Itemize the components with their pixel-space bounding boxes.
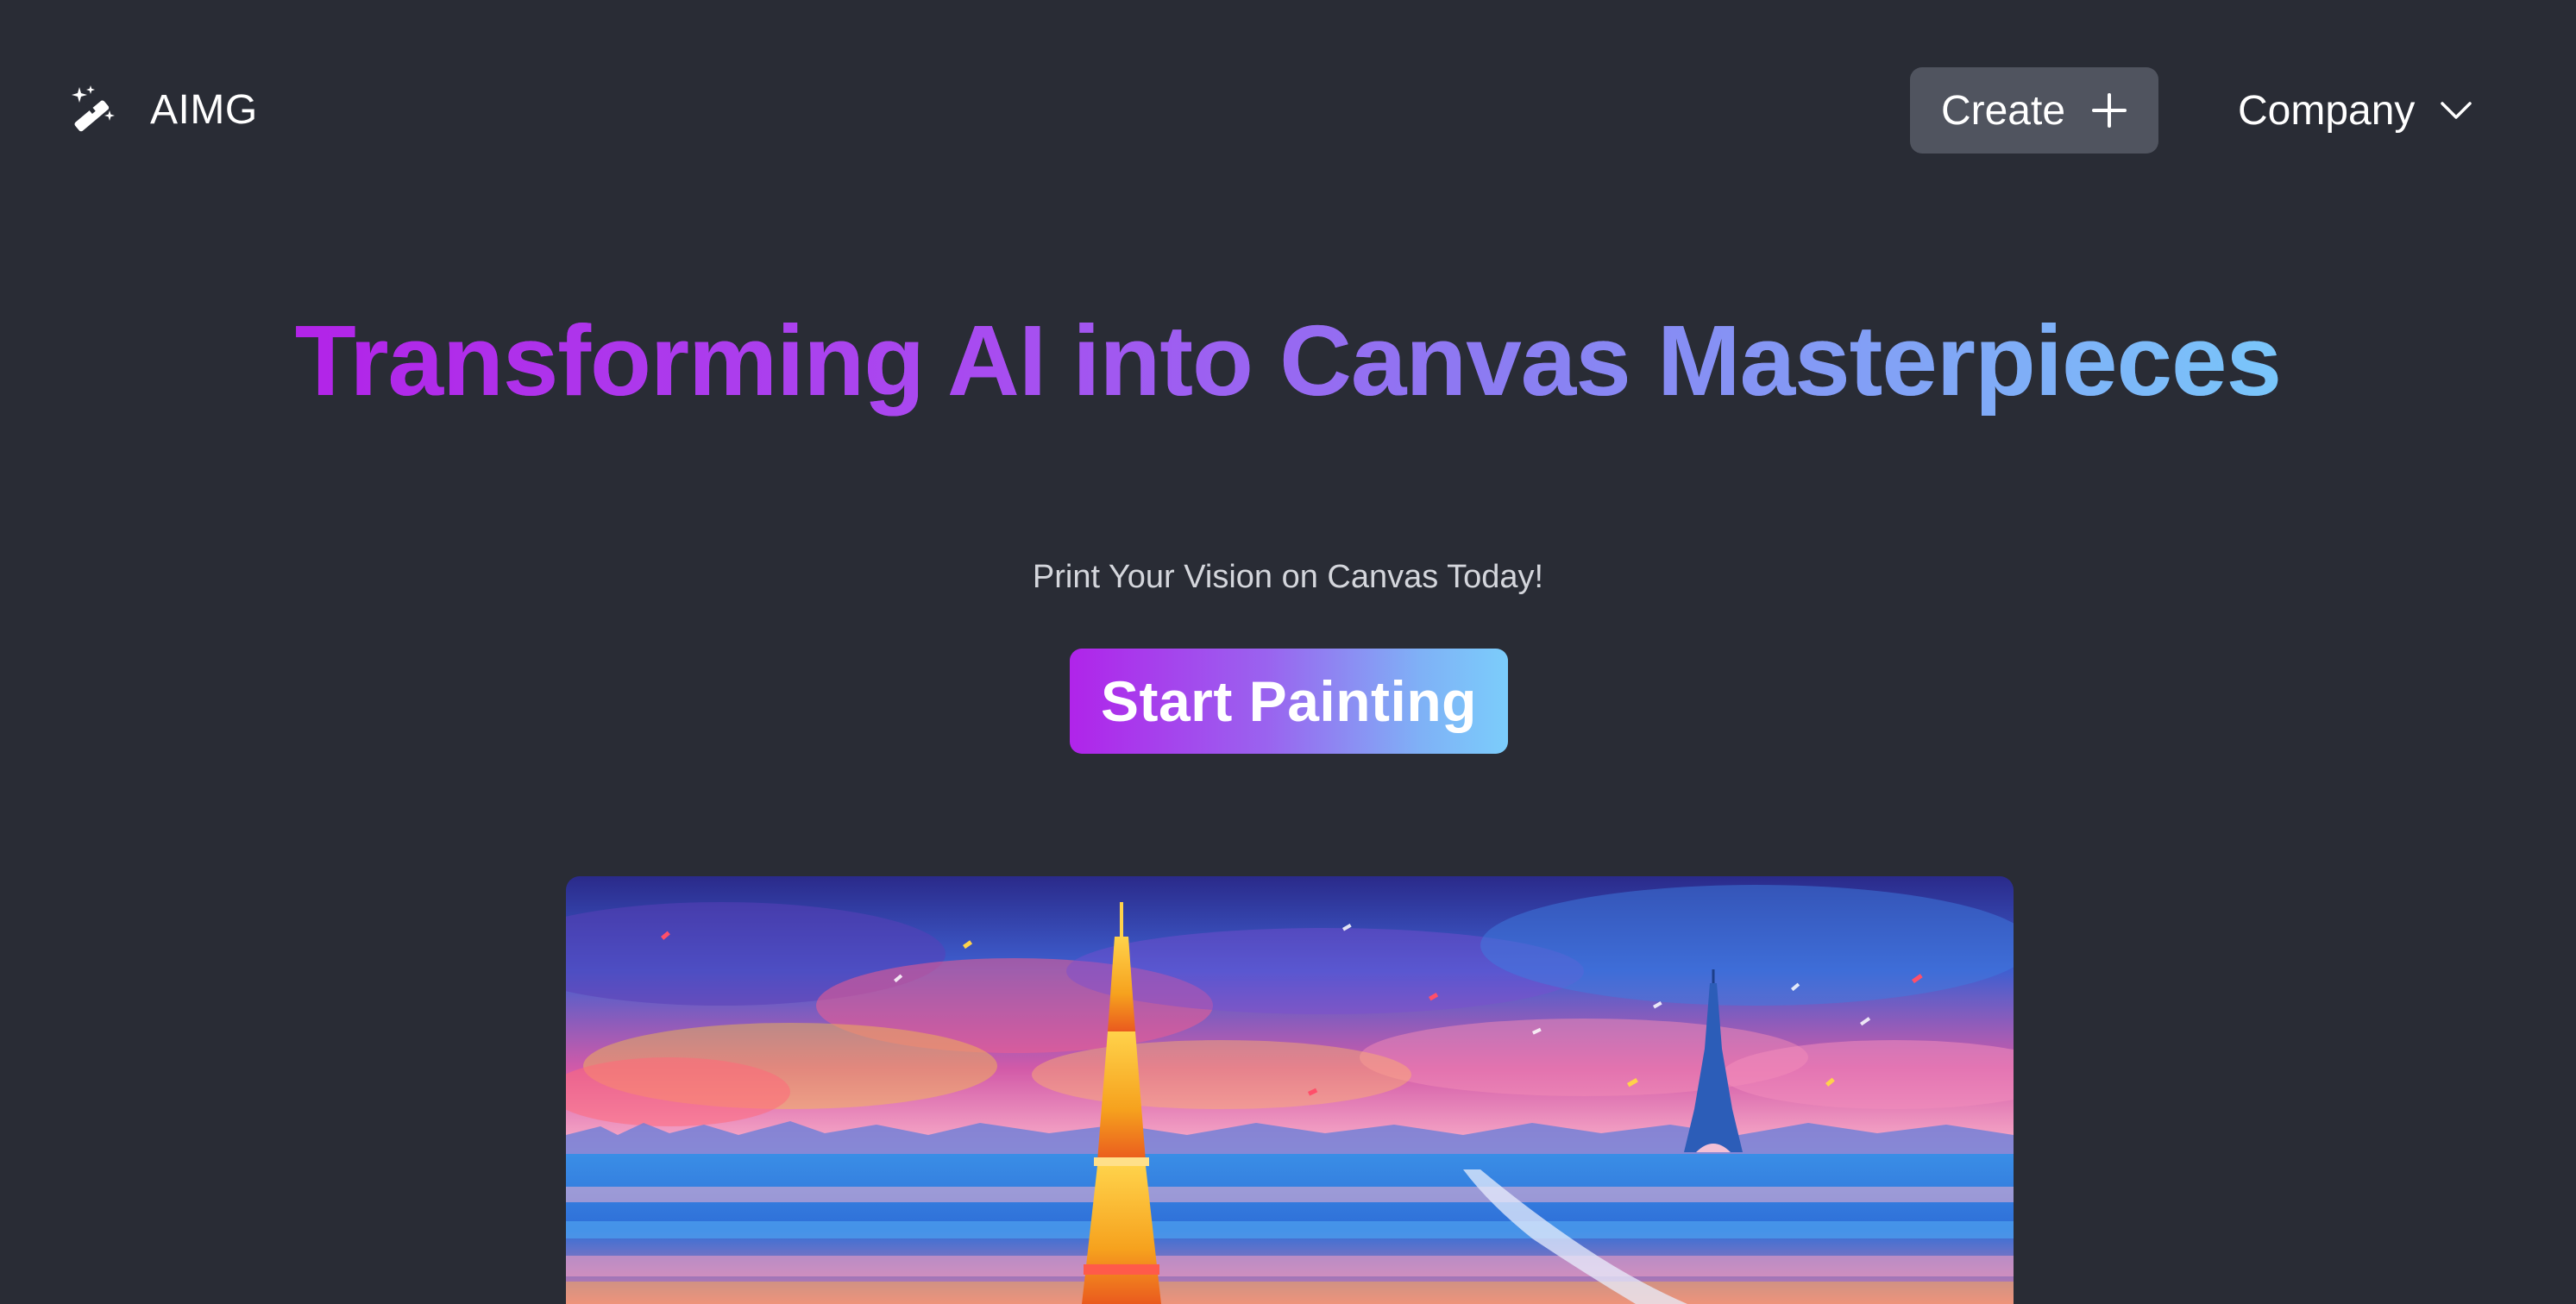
start-painting-label: Start Painting [1100, 669, 1478, 733]
hero-title-text: Transforming AI into Canvas Masterpieces [290, 304, 2286, 417]
logo-text: AIMG [150, 86, 258, 133]
logo[interactable]: AIMG [67, 85, 258, 135]
create-button-label: Create [1940, 87, 2066, 134]
company-menu[interactable]: Company [2238, 67, 2473, 154]
painting-eiffel-tower-icon [566, 876, 2014, 1304]
showcase-painting [566, 876, 2014, 1304]
plus-icon [2092, 93, 2127, 128]
create-button[interactable]: Create [1910, 67, 2158, 154]
page: AIMG Create Company Transforming AI into… [0, 0, 2576, 1304]
hero-title: Transforming AI into Canvas Masterpieces [0, 293, 2576, 428]
start-painting-button[interactable]: Start Painting [1070, 649, 1508, 754]
chevron-down-icon [2441, 102, 2472, 119]
hero-subtitle: Print Your Vision on Canvas Today! [1032, 559, 1544, 595]
company-menu-label: Company [2238, 87, 2416, 134]
magic-wand-icon [72, 85, 115, 132]
